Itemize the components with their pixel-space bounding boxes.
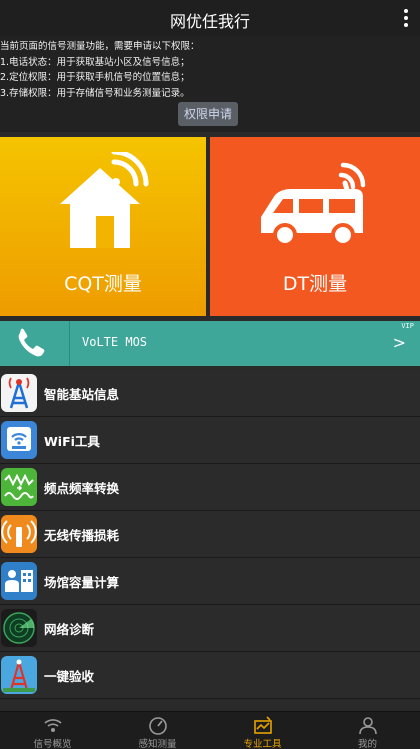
- list-item-label: 智能基站信息: [44, 387, 120, 402]
- list-item-label: 网络诊断: [44, 622, 95, 637]
- venue-capacity-icon: [1, 562, 37, 600]
- permission-line: 2.定位权限：用于获取手机信号的位置信息；: [0, 72, 190, 83]
- car-signal-icon: [261, 162, 366, 247]
- page-title: 网优任我行: [169, 12, 250, 31]
- list-item[interactable]: 频点频率转换: [0, 464, 420, 511]
- request-permission-button[interactable]: 权限申请: [178, 102, 238, 126]
- list-item[interactable]: WiFi工具: [0, 417, 420, 464]
- tab-signal-overview[interactable]: 信号概览: [0, 712, 105, 749]
- phone-icon: [0, 321, 70, 366]
- list-item-label: WiFi工具: [44, 434, 100, 449]
- permission-line: 1.电话状态：用于获取基站小区及信号信息；: [0, 56, 190, 68]
- cqt-measure-tile[interactable]: CQT测量: [0, 137, 206, 316]
- list-item[interactable]: 网络诊断: [0, 605, 420, 652]
- dt-measure-tile[interactable]: DT测量: [210, 137, 420, 316]
- title-bar: 网优任我行: [0, 0, 420, 36]
- tab-pro-tools[interactable]: 专业工具: [210, 712, 315, 749]
- vip-badge: VIP: [401, 322, 414, 330]
- chevron-right-icon: >: [392, 333, 406, 352]
- tab-label: 专业工具: [243, 739, 282, 749]
- tab-label: 感知测量: [138, 739, 177, 749]
- more-vertical-icon[interactable]: [398, 6, 414, 30]
- list-item[interactable]: 一键验收: [0, 652, 420, 699]
- list-item-label: 场馆容量计算: [44, 575, 120, 590]
- propagation-icon: [1, 515, 37, 553]
- radar-icon: [1, 609, 37, 647]
- list-item[interactable]: 场馆容量计算: [0, 558, 420, 605]
- toolbox-icon: [253, 716, 272, 734]
- list-item-label: 频点频率转换: [44, 481, 120, 496]
- tab-label: 信号概览: [33, 739, 72, 749]
- dt-label: DT测量: [282, 273, 348, 295]
- permission-line: 3.存储权限：用于存储信号和业务测量记录。: [0, 87, 190, 99]
- tab-mine[interactable]: 我的: [315, 712, 420, 749]
- cell-tower-icon: [1, 374, 37, 412]
- wifi-icon: [1, 421, 37, 459]
- tab-label: 我的: [357, 739, 377, 749]
- user-icon: [358, 717, 377, 735]
- list-item-label: 一键验收: [44, 669, 95, 684]
- list-item-label: 无线传播损耗: [44, 528, 120, 543]
- acceptance-icon: [1, 656, 37, 694]
- tab-perception-measure[interactable]: 感知测量: [105, 712, 210, 749]
- cqt-label: CQT测量: [64, 273, 142, 295]
- list-item[interactable]: 智能基站信息: [0, 370, 420, 417]
- volte-label: VoLTE MOS: [82, 335, 148, 349]
- bottom-tab-bar: 信号概览 感知测量 专业工具 我的: [0, 711, 420, 749]
- gauge-icon: [148, 717, 167, 735]
- signal-overview-icon: [43, 719, 62, 732]
- home-signal-icon: [60, 152, 149, 248]
- frequency-convert-icon: [1, 468, 37, 506]
- permission-line: 当前页面的信号测量功能，需要申请以下权限：: [0, 41, 200, 52]
- permission-text: 当前页面的信号测量功能，需要申请以下权限： 1.电话状态：用于获取基站小区及信号信…: [0, 39, 200, 101]
- volte-mos-row[interactable]: VoLTE MOS VIP >: [0, 321, 420, 366]
- tools-list: 智能基站信息 WiFi工具 频点频率转换 无线传播损耗 场馆容量计算 网络诊断 …: [0, 370, 420, 699]
- list-item[interactable]: 无线传播损耗: [0, 511, 420, 558]
